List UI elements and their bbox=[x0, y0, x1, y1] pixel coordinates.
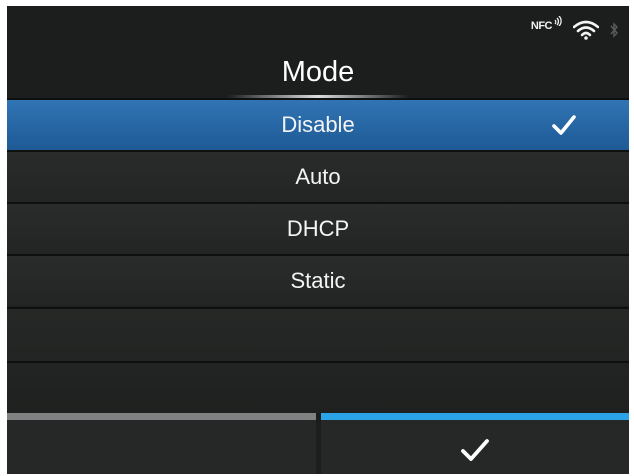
option-label: Auto bbox=[295, 164, 341, 189]
page-title: Mode bbox=[281, 56, 355, 88]
printer-display: NFC Mode Disable Auto DHCP Static bbox=[7, 6, 629, 474]
nfc-icon: NFC bbox=[530, 16, 563, 40]
nfc-label: NFC bbox=[530, 20, 553, 32]
option-label: Static bbox=[290, 268, 346, 293]
option-label: DHCP bbox=[286, 216, 350, 241]
option-dhcp[interactable]: DHCP bbox=[7, 202, 629, 254]
option-auto[interactable]: Auto bbox=[7, 150, 629, 202]
status-icons: NFC bbox=[530, 16, 619, 40]
wifi-icon bbox=[573, 20, 599, 40]
bluetooth-icon bbox=[609, 20, 619, 40]
mode-option-list: Disable Auto DHCP Static bbox=[7, 98, 629, 306]
confirm-softkey-indicator bbox=[321, 413, 629, 420]
checkmark-icon bbox=[552, 115, 576, 135]
option-static[interactable]: Static bbox=[7, 254, 629, 306]
row-divider bbox=[7, 361, 629, 363]
softkey-bar bbox=[7, 413, 629, 474]
list-empty-area bbox=[7, 307, 629, 413]
status-bar: NFC bbox=[7, 6, 629, 50]
checkmark-icon bbox=[461, 439, 489, 461]
confirm-button[interactable] bbox=[321, 413, 629, 474]
left-softkey-indicator bbox=[7, 413, 316, 420]
option-disable[interactable]: Disable bbox=[7, 98, 629, 150]
option-label: Disable bbox=[281, 112, 355, 137]
left-softkey-button[interactable] bbox=[7, 413, 316, 474]
